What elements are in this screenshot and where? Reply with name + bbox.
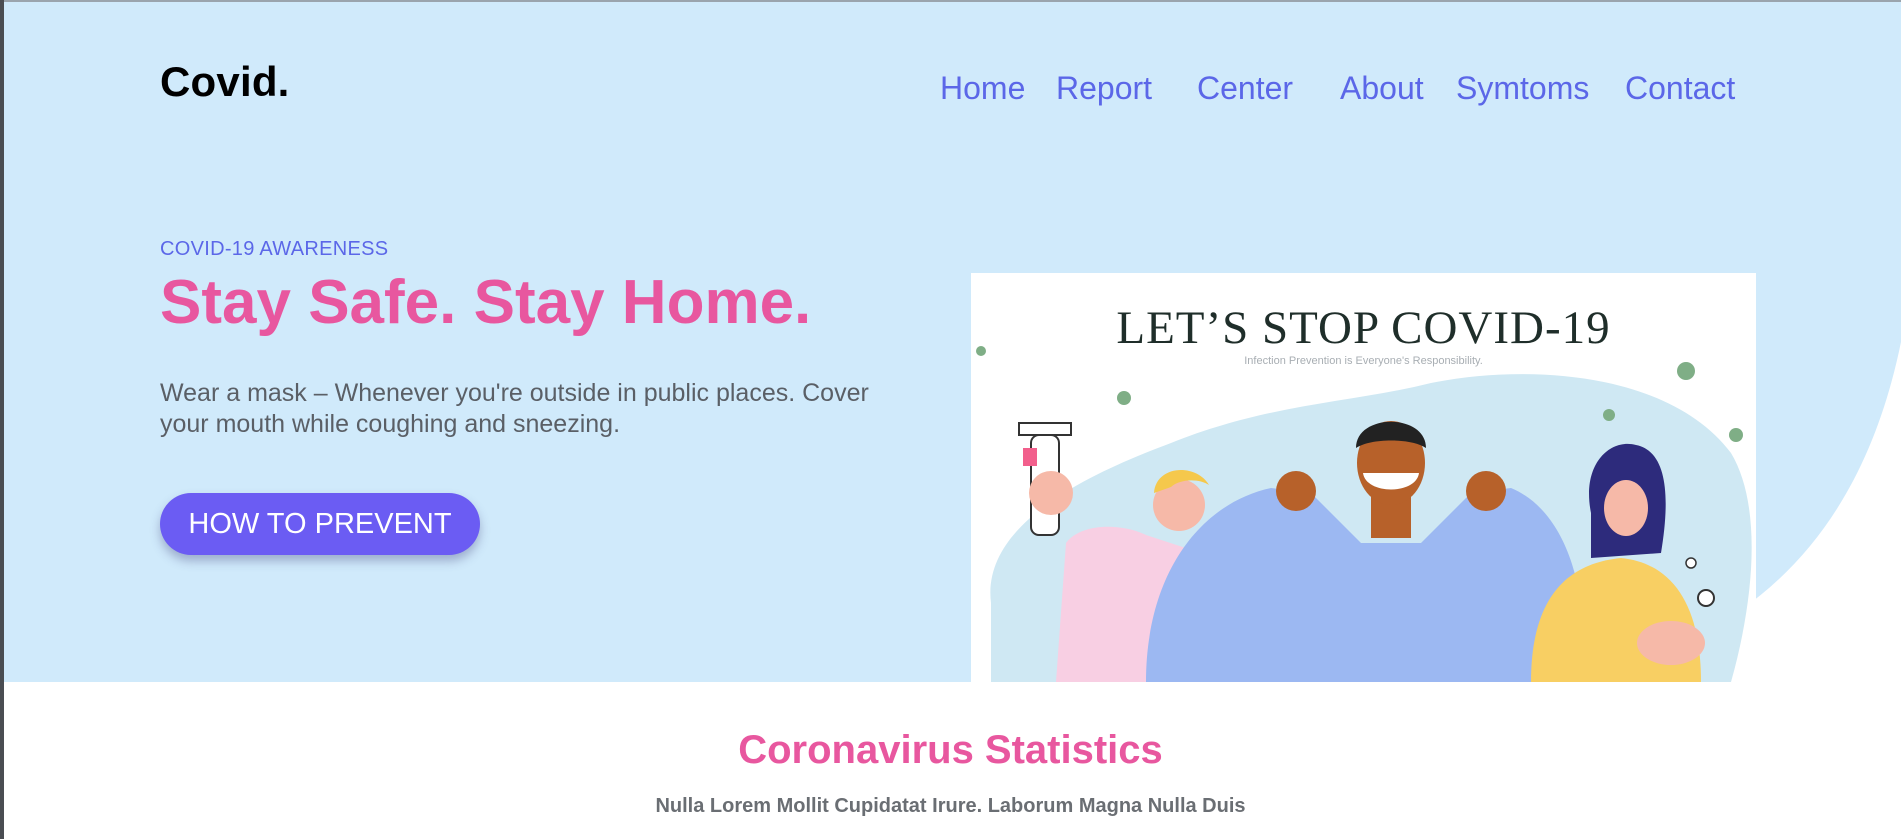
hero-section: Covid. Home Report Center About Symtoms … <box>4 2 1901 682</box>
how-to-prevent-button[interactable]: HOW TO PREVENT <box>160 493 480 555</box>
covid-poster-image: LET’S STOP COVID-19 Infection Prevention… <box>971 273 1756 682</box>
hero-eyebrow: COVID-19 AWARENESS <box>160 238 389 260</box>
nav-symtoms[interactable]: Symtoms <box>1456 70 1589 107</box>
nav-home[interactable]: Home <box>940 70 1025 107</box>
statistics-title: Coronavirus Statistics <box>738 728 1163 772</box>
main-nav: Home Report Center About Symtoms Contact <box>4 70 1901 110</box>
hero-headline: Stay Safe. Stay Home. <box>160 268 812 337</box>
poster-title: LET’S STOP COVID-19 <box>1116 302 1611 354</box>
nav-contact[interactable]: Contact <box>1625 70 1735 107</box>
nav-about[interactable]: About <box>1340 70 1424 107</box>
poster-subtitle: Infection Prevention is Everyone's Respo… <box>1244 355 1483 367</box>
nav-report[interactable]: Report <box>1056 70 1152 107</box>
nav-center[interactable]: Center <box>1197 70 1293 107</box>
statistics-subtitle: Nulla Lorem Mollit Cupidatat Irure. Labo… <box>655 795 1246 817</box>
hero-description: Wear a mask – Whenever you're outside in… <box>160 379 869 438</box>
